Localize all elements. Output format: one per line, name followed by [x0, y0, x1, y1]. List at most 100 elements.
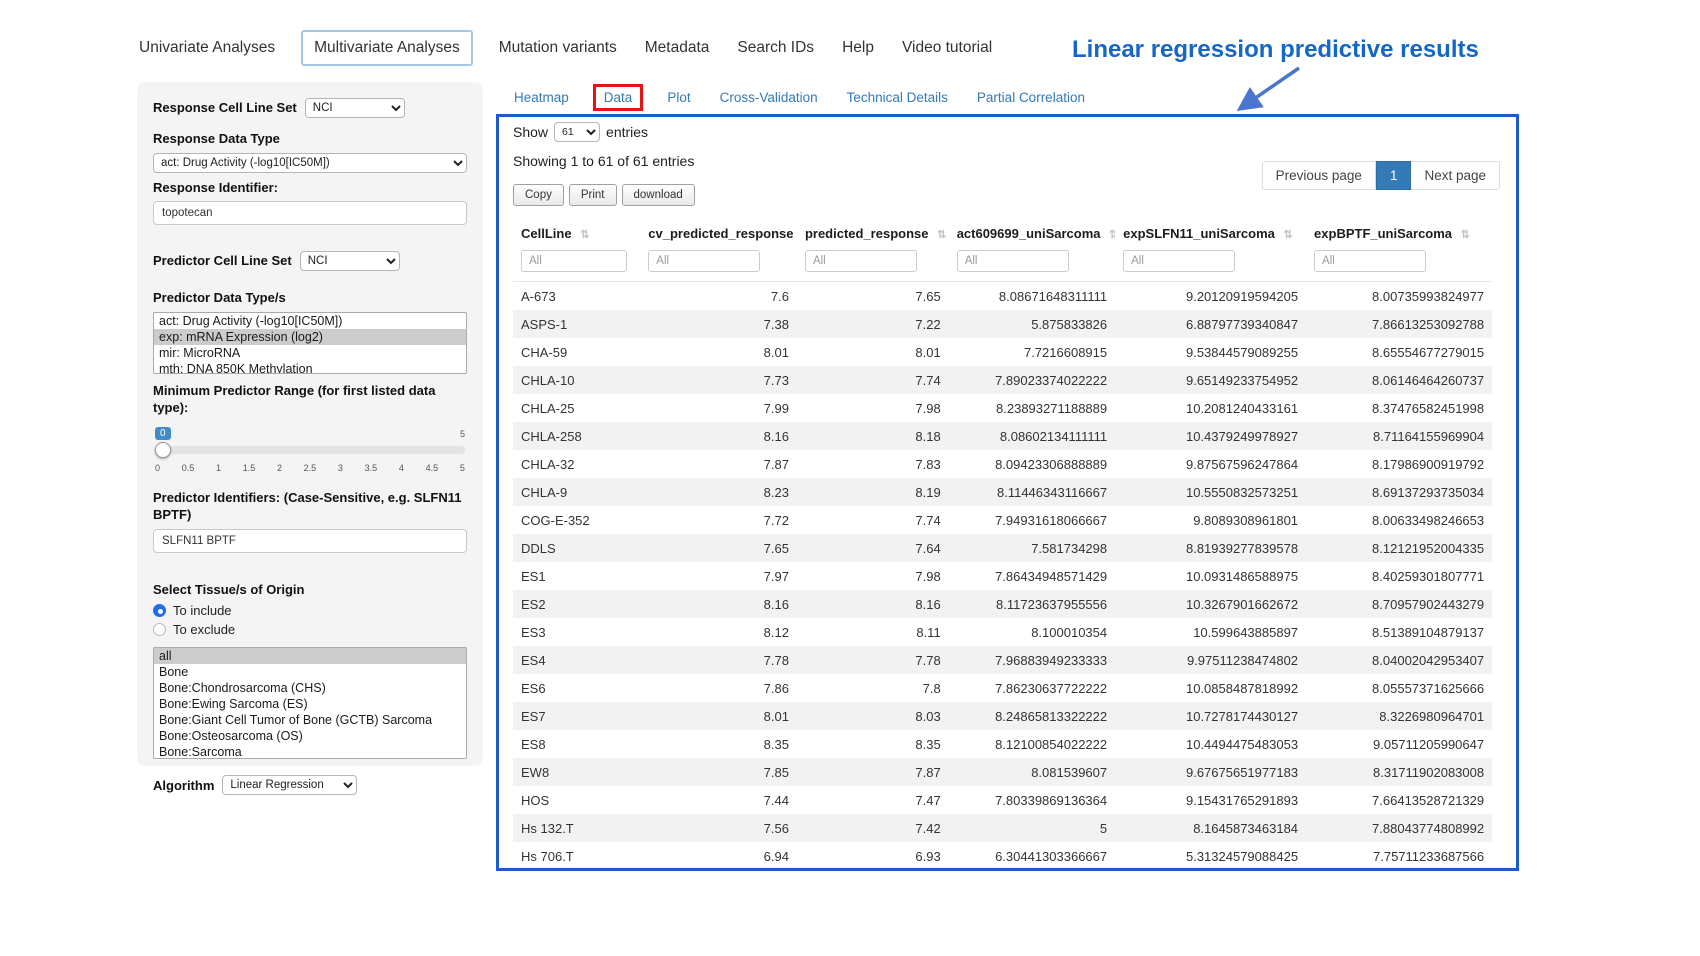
expslfn11-unisarcoma-cell: 10.7278174430127 [1115, 702, 1306, 730]
table-row[interactable]: ES6 7.86 7.8 7.86230637722222 10.0858487… [513, 674, 1492, 702]
results-panel: Show 61 entries Showing 1 to 61 of 61 en… [496, 114, 1519, 871]
cell-line-cell: ES8 [513, 730, 640, 758]
sort-icon[interactable]: ⇅ [580, 229, 589, 241]
predictor-cell-line-set-label: Predictor Cell Line Set [153, 252, 292, 270]
listbox-option[interactable]: all [154, 648, 466, 664]
table-action-button[interactable]: download [622, 184, 695, 206]
table-row[interactable]: EW8 7.85 7.87 8.081539607 9.676756519771… [513, 758, 1492, 786]
listbox-option[interactable]: mir: MicroRNA [154, 345, 466, 361]
column-header[interactable]: expBPTF_uniSarcoma ⇅ [1306, 218, 1492, 248]
table-row[interactable]: CHLA-258 8.16 8.18 8.08602134111111 10.4… [513, 422, 1492, 450]
tissue-radio-option[interactable]: To include [153, 603, 467, 618]
column-header[interactable]: expSLFN11_uniSarcoma ⇅ [1115, 218, 1306, 248]
result-tab[interactable]: Cross-Validation [719, 86, 819, 109]
table-row[interactable]: ES7 8.01 8.03 8.24865813322222 10.727817… [513, 702, 1492, 730]
table-row[interactable]: CHA-59 8.01 8.01 7.7216608915 9.53844579… [513, 338, 1492, 366]
nav-item[interactable]: Multivariate Analyses [301, 30, 473, 66]
nav-item[interactable]: Help [840, 32, 876, 64]
listbox-option[interactable]: Bone:Sarcoma [154, 744, 466, 759]
column-header[interactable]: act609699_uniSarcoma ⇅ [949, 218, 1115, 248]
table-row[interactable]: A-673 7.6 7.65 8.08671648311111 9.201209… [513, 282, 1492, 311]
expslfn11-unisarcoma-cell: 10.599643885897 [1115, 618, 1306, 646]
predicted-response-cell: 7.64 [797, 534, 949, 562]
column-filter-input[interactable] [521, 250, 627, 272]
sort-icon[interactable]: ⇅ [937, 229, 946, 241]
table-row[interactable]: DDLS 7.65 7.64 7.581734298 8.81939277839… [513, 534, 1492, 562]
table-row[interactable]: ES3 8.12 8.11 8.100010354 10.59964388589… [513, 618, 1492, 646]
listbox-option[interactable]: Bone:Chondrosarcoma (CHS) [154, 680, 466, 696]
sort-icon[interactable]: ⇅ [1283, 229, 1292, 241]
min-predictor-range-slider[interactable]: 0 5 0 0.5 1 1.5 2 2.5 3 3.5 4 [155, 433, 465, 483]
tissue-radio-option[interactable]: To exclude [153, 622, 467, 637]
table-row[interactable]: Hs 132.T 7.56 7.42 5 8.1645873463184 7.8… [513, 814, 1492, 842]
slider-handle[interactable] [155, 442, 171, 458]
tissue-listbox[interactable]: all Bone Bone:Chondrosarcoma (CHS) Bone:… [153, 647, 467, 759]
table-row[interactable]: ES4 7.78 7.78 7.96883949233333 9.9751123… [513, 646, 1492, 674]
predicted-response-cell: 8.19 [797, 478, 949, 506]
table-row[interactable]: CHLA-25 7.99 7.98 8.23893271188889 10.20… [513, 394, 1492, 422]
table-row[interactable]: ES1 7.97 7.98 7.86434948571429 10.093148… [513, 562, 1492, 590]
response-data-type-select[interactable]: act: Drug Activity (-log10[IC50M]) [153, 153, 467, 173]
predicted-response-cell: 7.83 [797, 450, 949, 478]
table-row[interactable]: ES8 8.35 8.35 8.12100854022222 10.449447… [513, 730, 1492, 758]
table-row[interactable]: ES2 8.16 8.16 8.11723637955556 10.326790… [513, 590, 1492, 618]
listbox-option[interactable]: Bone:Ewing Sarcoma (ES) [154, 696, 466, 712]
column-header[interactable]: predicted_response ⇅ [797, 218, 949, 248]
result-tab[interactable]: Partial Correlation [976, 86, 1086, 109]
entries-label: entries [606, 124, 648, 140]
predictor-cell-line-set-select[interactable]: NCI [300, 251, 400, 271]
column-filter-input[interactable] [1123, 250, 1235, 272]
table-row[interactable]: Hs 706.T 6.94 6.93 6.30441303366667 5.31… [513, 842, 1492, 870]
table-row[interactable]: HOS 7.44 7.47 7.80339869136364 9.1543176… [513, 786, 1492, 814]
listbox-option[interactable]: Bone:Osteosarcoma (OS) [154, 728, 466, 744]
previous-page-button[interactable]: Previous page [1262, 161, 1376, 190]
column-header-label: predicted_response [805, 226, 929, 241]
table-action-button[interactable]: Print [569, 184, 617, 206]
listbox-option[interactable]: exp: mRNA Expression (log2) [154, 329, 466, 345]
column-filter-input[interactable] [805, 250, 917, 272]
listbox-option[interactable]: act: Drug Activity (-log10[IC50M]) [154, 313, 466, 329]
control-sidebar: Response Cell Line Set NCI Response Data… [137, 82, 483, 766]
predicted-response-cell: 8.16 [797, 590, 949, 618]
nav-item[interactable]: Search IDs [735, 32, 816, 64]
response-cell-line-set-select[interactable]: NCI [305, 98, 405, 118]
table-row[interactable]: CHLA-32 7.87 7.83 8.09423306888889 9.875… [513, 450, 1492, 478]
radio-icon[interactable] [153, 604, 166, 617]
slider-track[interactable] [155, 446, 465, 454]
table-row[interactable]: CHLA-10 7.73 7.74 7.89023374022222 9.651… [513, 366, 1492, 394]
column-filter-input[interactable] [648, 250, 760, 272]
result-tab[interactable]: Heatmap [513, 86, 570, 109]
expslfn11-unisarcoma-cell: 9.8089308961801 [1115, 506, 1306, 534]
radio-icon[interactable] [153, 623, 166, 636]
sort-icon[interactable]: ⇅ [1109, 229, 1115, 241]
column-header[interactable]: CellLine ⇅ [513, 218, 640, 248]
next-page-button[interactable]: Next page [1411, 161, 1500, 190]
column-filter-input[interactable] [957, 250, 1069, 272]
nav-item[interactable]: Video tutorial [900, 32, 994, 64]
predictor-identifiers-input[interactable] [153, 529, 467, 553]
slider-tick-label: 3.5 [365, 463, 378, 473]
table-row[interactable]: COG-E-352 7.72 7.74 7.94931618066667 9.8… [513, 506, 1492, 534]
act-unisarcoma-cell: 7.581734298 [949, 534, 1115, 562]
table-row[interactable]: CHLA-9 8.23 8.19 8.11446343116667 10.555… [513, 478, 1492, 506]
column-filter-input[interactable] [1314, 250, 1426, 272]
table-row[interactable]: ASPS-1 7.38 7.22 5.875833826 6.887977393… [513, 310, 1492, 338]
entries-count-select[interactable]: 61 [554, 122, 600, 142]
column-header[interactable]: cv_predicted_response ⇅ [640, 218, 797, 248]
nav-item[interactable]: Mutation variants [497, 32, 619, 64]
result-tab[interactable]: Data [593, 84, 644, 111]
listbox-option[interactable]: mth: DNA 850K Methylation [154, 361, 466, 374]
predictor-data-type-listbox[interactable]: act: Drug Activity (-log10[IC50M]) exp: … [153, 312, 467, 374]
current-page-button[interactable]: 1 [1376, 161, 1412, 190]
nav-item[interactable]: Univariate Analyses [137, 32, 277, 64]
algorithm-select[interactable]: Linear Regression [222, 775, 357, 795]
nav-item[interactable]: Metadata [643, 32, 712, 64]
response-identifier-input[interactable] [153, 201, 467, 225]
result-tab[interactable]: Plot [666, 86, 691, 109]
result-tab[interactable]: Technical Details [846, 86, 949, 109]
predicted-response-cell: 7.8 [797, 674, 949, 702]
table-action-button[interactable]: Copy [513, 184, 564, 206]
listbox-option[interactable]: Bone:Giant Cell Tumor of Bone (GCTB) Sar… [154, 712, 466, 728]
listbox-option[interactable]: Bone [154, 664, 466, 680]
sort-icon[interactable]: ⇅ [1461, 229, 1470, 241]
